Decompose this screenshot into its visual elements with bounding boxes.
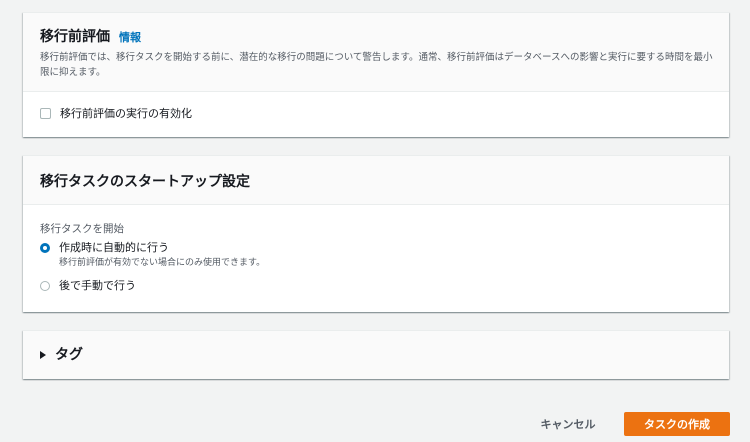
- radio-automatic-sublabel: 移行前評価が有効でない場合にのみ使用できます。: [59, 258, 266, 268]
- tags-expander[interactable]: タグ: [23, 331, 729, 379]
- cancel-button[interactable]: キャンセル: [526, 412, 610, 436]
- premigration-assessment-panel: 移行前評価 情報 移行前評価では、移行タスクを開始する前に、潜在的な移行の問題に…: [23, 12, 729, 137]
- startup-config-title: 移行タスクのスタートアップ設定: [40, 174, 250, 190]
- radio-manual-text: 後で手動で行う: [59, 279, 136, 293]
- caret-right-icon: [40, 351, 46, 359]
- premigration-assessment-title-row: 移行前評価 情報: [40, 27, 712, 47]
- premigration-assessment-description: 移行前評価では、移行タスクを開始する前に、潜在的な移行の問題について警告します。…: [40, 52, 713, 78]
- radio-manual[interactable]: [40, 281, 50, 291]
- radio-automatic-label[interactable]: 作成時に自動的に行う: [59, 241, 265, 255]
- tags-panel: タグ: [23, 330, 729, 379]
- premigration-assessment-title: 移行前評価: [40, 29, 110, 45]
- radio-automatic[interactable]: [40, 243, 50, 253]
- radio-option-manual[interactable]: 後で手動で行う: [40, 279, 136, 293]
- startup-config-header: 移行タスクのスタートアップ設定: [23, 156, 729, 205]
- tags-title[interactable]: タグ: [55, 345, 83, 365]
- startup-config-panel: 移行タスクのスタートアップ設定 移行タスクを開始 作成時に自動的に行う 移行前評…: [23, 155, 729, 312]
- radio-automatic-text: 作成時に自動的に行う 移行前評価が有効でない場合にのみ使用できます。: [59, 241, 265, 270]
- premigration-assessment-header: 移行前評価 情報 移行前評価では、移行タスクを開始する前に、潜在的な移行の問題に…: [23, 13, 729, 92]
- start-task-label: 移行タスクを開始: [40, 223, 124, 235]
- radio-option-automatic[interactable]: 作成時に自動的に行う 移行前評価が有効でない場合にのみ使用できます。: [40, 241, 265, 270]
- enable-assessment-checkbox[interactable]: [40, 107, 51, 119]
- enable-assessment-label[interactable]: 移行前評価の実行の有効化: [60, 105, 192, 121]
- create-task-button[interactable]: タスクの作成: [624, 412, 730, 436]
- enable-assessment-row[interactable]: 移行前評価の実行の有効化: [40, 105, 192, 121]
- info-link[interactable]: 情報: [119, 29, 141, 45]
- radio-manual-label[interactable]: 後で手動で行う: [59, 279, 136, 293]
